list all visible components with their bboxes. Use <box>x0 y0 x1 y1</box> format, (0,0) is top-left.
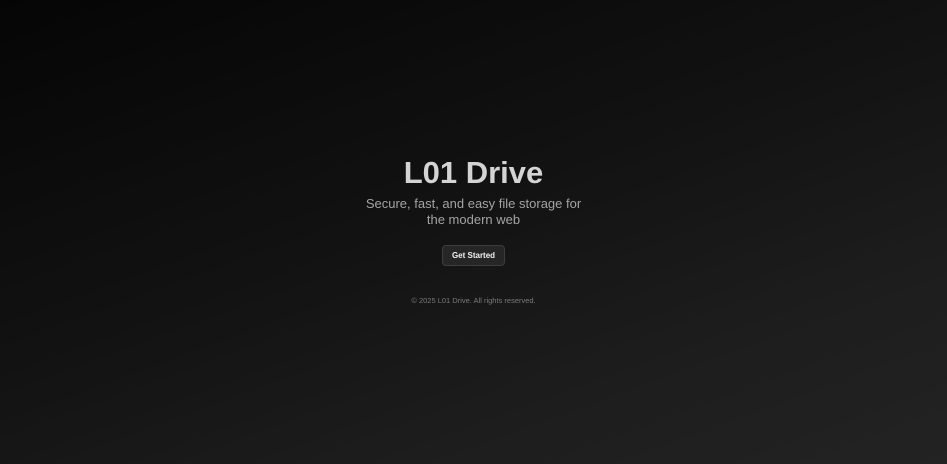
get-started-button[interactable]: Get Started <box>442 245 505 266</box>
page-title: L01 Drive <box>403 155 544 190</box>
footer-copyright: © 2025 L01 Drive. All rights reserved. <box>411 296 536 305</box>
tagline: Secure, fast, and easy file storage for … <box>365 196 582 227</box>
hero-section: L01 Drive Secure, fast, and easy file st… <box>0 150 947 266</box>
